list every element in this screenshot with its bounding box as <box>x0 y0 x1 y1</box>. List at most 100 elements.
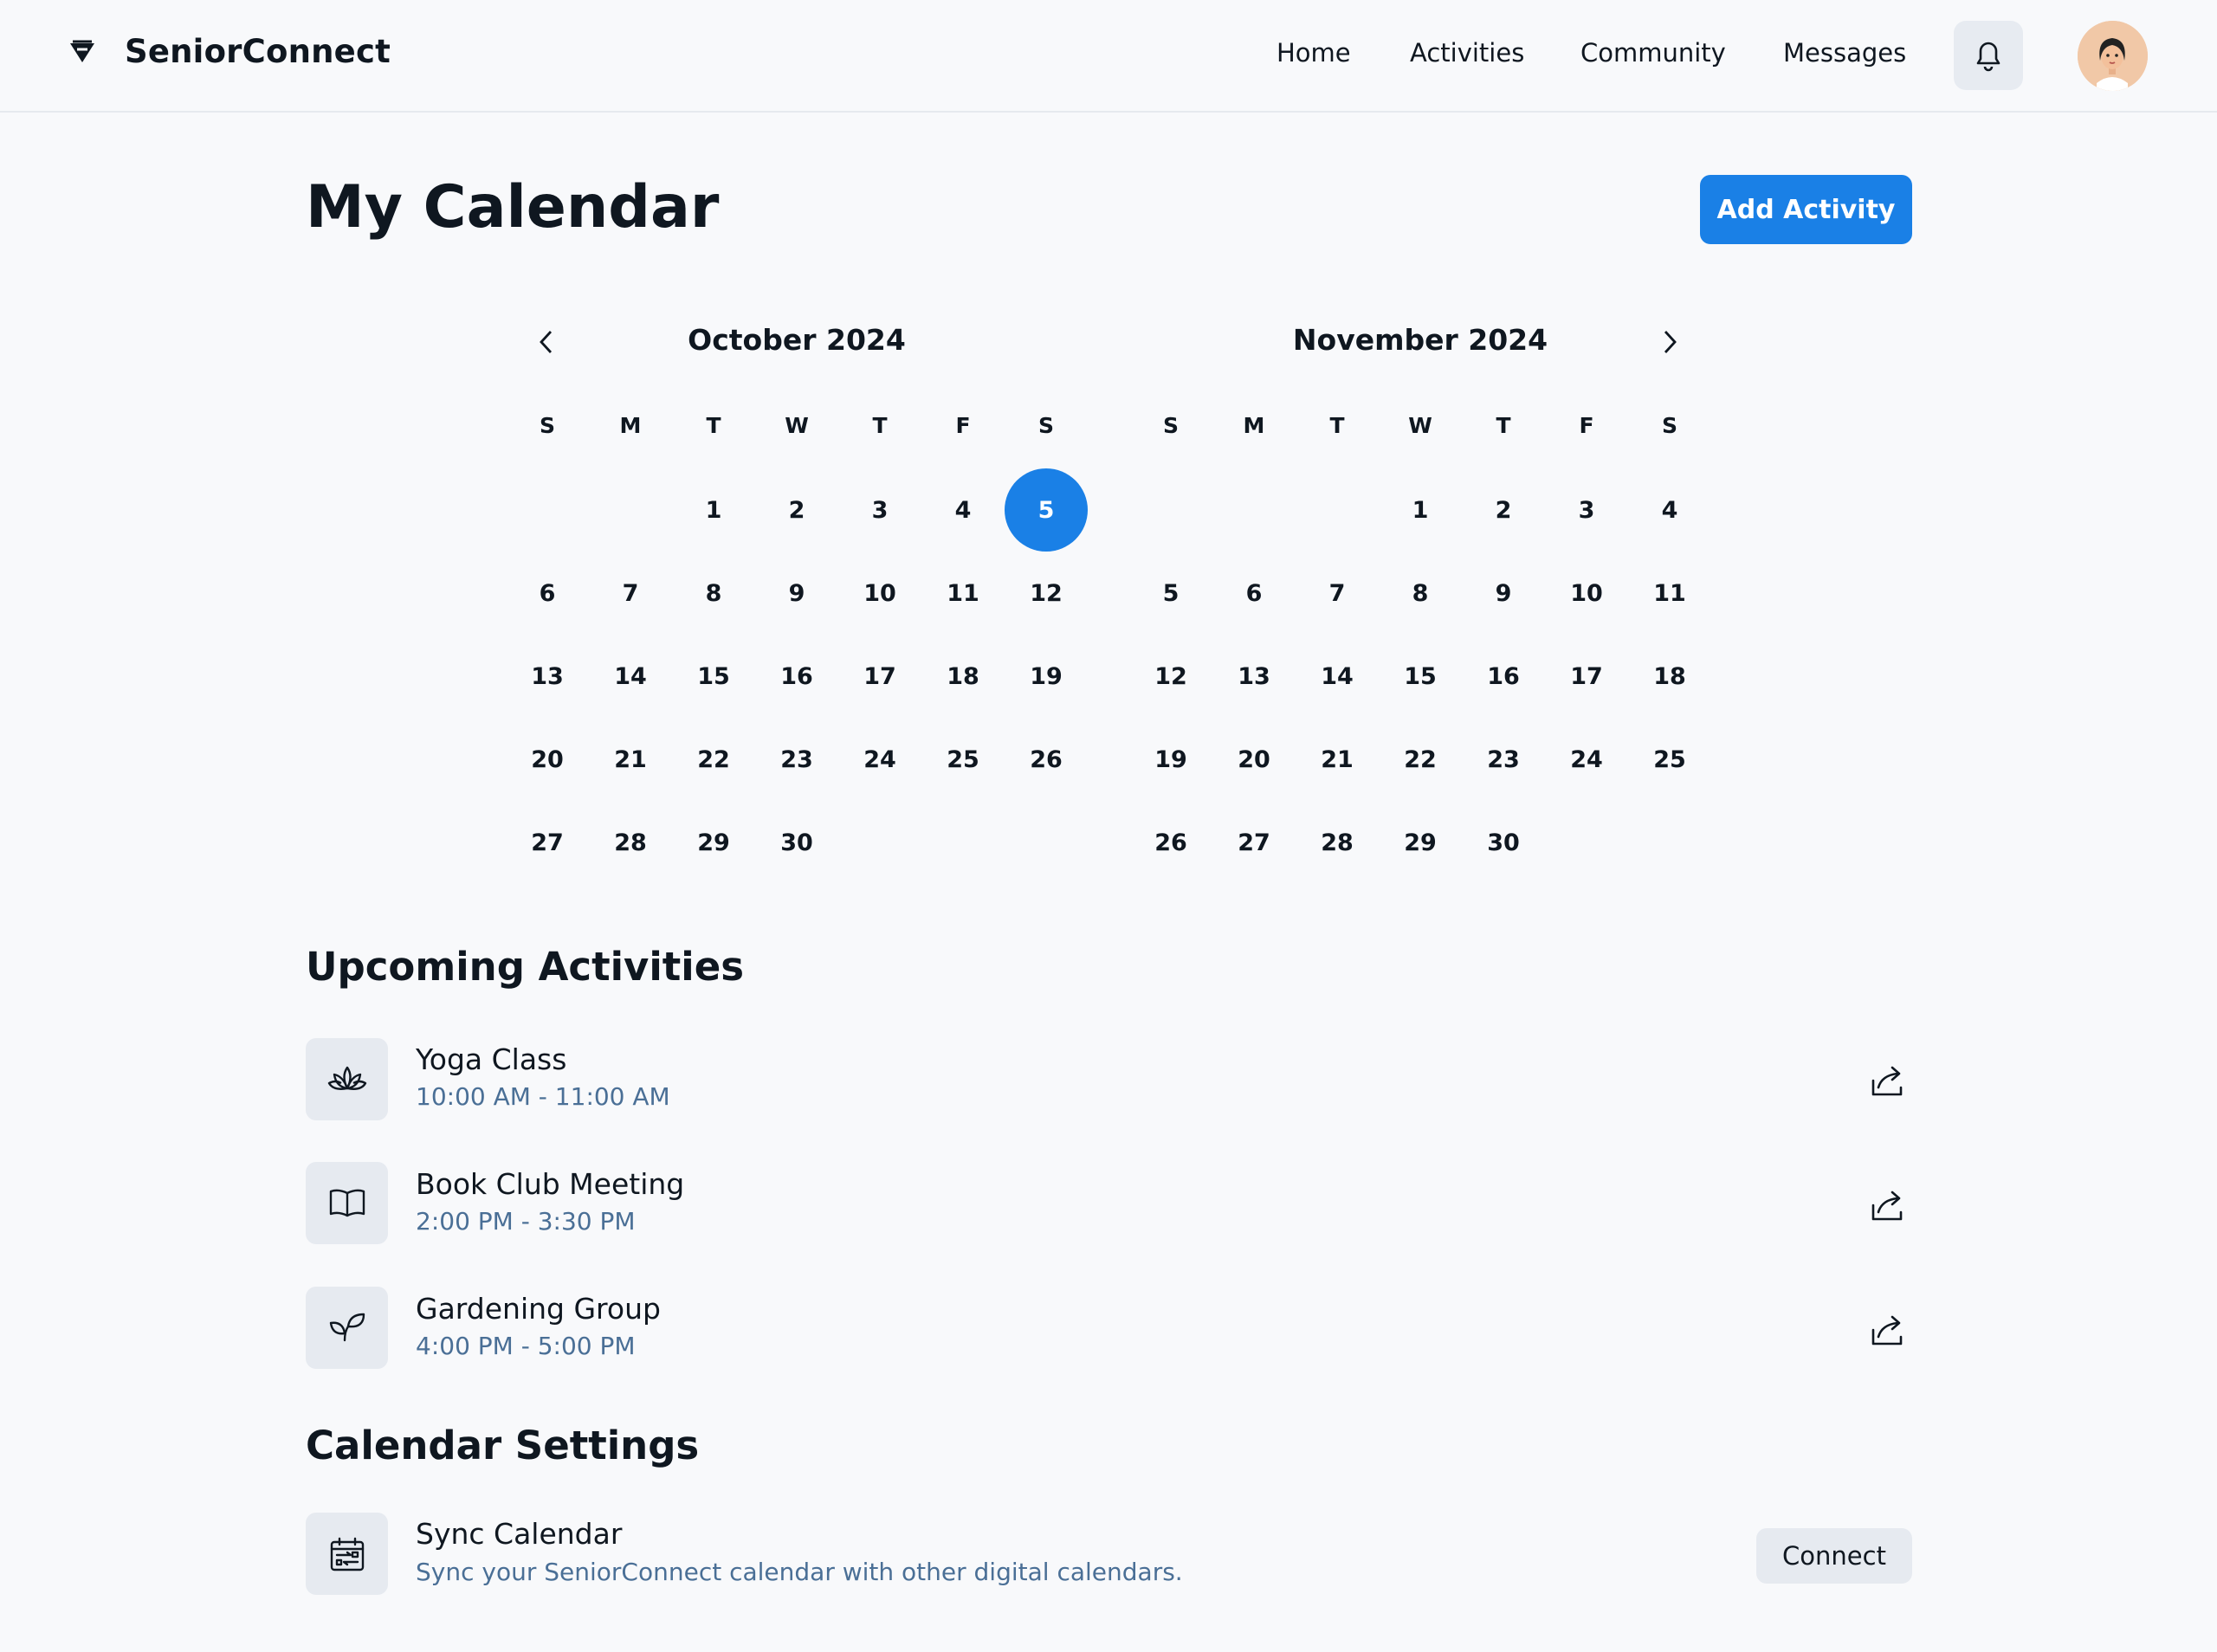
activity-icon-tile <box>306 1038 388 1120</box>
calendar-sync-icon <box>330 1537 364 1571</box>
calendar-day[interactable]: 22 <box>672 718 755 801</box>
activity-time: 10:00 AM - 11:00 AM <box>416 1082 670 1111</box>
calendar-day[interactable]: 16 <box>1462 635 1545 718</box>
nav-activities[interactable]: Activities <box>1410 38 1524 68</box>
weekday-header: S <box>1037 412 1054 438</box>
calendar-day[interactable]: 4 <box>921 468 1005 552</box>
calendar-day[interactable]: 10 <box>1545 552 1628 635</box>
calendar-day[interactable]: 15 <box>1379 635 1462 718</box>
calendar-day[interactable]: 9 <box>1462 552 1545 635</box>
calendar-day[interactable]: 3 <box>838 468 921 552</box>
calendar-day[interactable]: 14 <box>1296 635 1379 718</box>
calendar-day[interactable]: 27 <box>506 801 589 884</box>
calendar-day[interactable]: 18 <box>1628 635 1711 718</box>
activity-icon-tile <box>306 1162 388 1244</box>
calendar-day[interactable]: 22 <box>1379 718 1462 801</box>
calendar-day[interactable]: 12 <box>1129 635 1212 718</box>
calendar-day[interactable]: 1 <box>672 468 755 552</box>
weekday-header: T <box>706 412 721 438</box>
calendar-day[interactable]: 4 <box>1628 468 1711 552</box>
calendar-day[interactable]: 7 <box>1296 552 1379 635</box>
calendar-day[interactable]: 13 <box>506 635 589 718</box>
share-button[interactable] <box>1868 1061 1908 1100</box>
calendar-day[interactable]: 20 <box>506 718 589 801</box>
calendar-day[interactable]: 30 <box>755 801 838 884</box>
weekday-header: T <box>1496 412 1511 438</box>
sprout-icon <box>329 1313 365 1341</box>
calendar-day[interactable]: 16 <box>755 635 838 718</box>
activity-time: 4:00 PM - 5:00 PM <box>416 1332 636 1360</box>
calendar-day[interactable]: 2 <box>1462 468 1545 552</box>
calendar-day[interactable]: 6 <box>506 552 589 635</box>
calendar-day[interactable]: 13 <box>1212 635 1296 718</box>
weekday-header: S <box>539 412 555 438</box>
calendar-day[interactable]: 19 <box>1005 635 1088 718</box>
calendar-day[interactable]: 15 <box>672 635 755 718</box>
share-button[interactable] <box>1868 1310 1908 1350</box>
weekday-header: T <box>1329 412 1345 438</box>
nav-community[interactable]: Community <box>1580 38 1726 68</box>
calendar-day[interactable]: 18 <box>921 635 1005 718</box>
activity-title: Book Club Meeting <box>416 1167 685 1201</box>
calendar-day[interactable]: 11 <box>921 552 1005 635</box>
calendar-day[interactable]: 29 <box>672 801 755 884</box>
share-icon <box>1871 1066 1903 1096</box>
calendar-day[interactable]: 25 <box>921 718 1005 801</box>
nav-messages[interactable]: Messages <box>1783 38 1906 68</box>
sync-calendar-description: Sync your SeniorConnect calendar with ot… <box>416 1558 1183 1586</box>
calendar-day[interactable]: 28 <box>1296 801 1379 884</box>
calendar-day[interactable]: 7 <box>589 552 672 635</box>
calendar-day[interactable]: 28 <box>589 801 672 884</box>
activity-title: Yoga Class <box>416 1042 567 1076</box>
calendar-day[interactable]: 3 <box>1545 468 1628 552</box>
calendar-day[interactable]: 1 <box>1379 468 1462 552</box>
calendar-day[interactable]: 17 <box>838 635 921 718</box>
page-title: My Calendar <box>306 173 720 242</box>
calendar-day[interactable]: 17 <box>1545 635 1628 718</box>
calendar-day[interactable]: 23 <box>755 718 838 801</box>
calendar-day[interactable]: 24 <box>838 718 921 801</box>
add-activity-button[interactable]: Add Activity <box>1700 175 1912 244</box>
calendar-day[interactable]: 29 <box>1379 801 1462 884</box>
share-icon <box>1871 1191 1903 1221</box>
calendar-day[interactable]: 8 <box>672 552 755 635</box>
user-avatar[interactable] <box>2078 21 2148 91</box>
calendar-day[interactable]: 21 <box>1296 718 1379 801</box>
calendar-day[interactable]: 19 <box>1129 718 1212 801</box>
calendar-day[interactable]: 21 <box>589 718 672 801</box>
calendar-day[interactable]: 5 <box>1129 552 1212 635</box>
calendar-day[interactable]: 26 <box>1129 801 1212 884</box>
weekday-header: S <box>1162 412 1179 438</box>
calendar-day[interactable]: 9 <box>755 552 838 635</box>
month-title-october: October 2024 <box>688 323 906 357</box>
nav-home[interactable]: Home <box>1277 38 1351 68</box>
calendar-day[interactable]: 2 <box>755 468 838 552</box>
calendar-day[interactable]: 25 <box>1628 718 1711 801</box>
calendar-day[interactable]: 20 <box>1212 718 1296 801</box>
weekday-header: F <box>1579 412 1594 438</box>
calendar-day-selected[interactable]: 5 <box>1005 468 1088 552</box>
top-navigation-bar: SeniorConnect Home Activities Community … <box>0 0 2217 113</box>
calendar-day[interactable]: 26 <box>1005 718 1088 801</box>
calendar-day[interactable]: 23 <box>1462 718 1545 801</box>
calendar-day[interactable]: 11 <box>1628 552 1711 635</box>
calendar-day[interactable]: 14 <box>589 635 672 718</box>
calendar-day[interactable]: 8 <box>1379 552 1462 635</box>
notifications-button[interactable] <box>1954 21 2023 90</box>
calendar-settings-title: Calendar Settings <box>306 1423 700 1468</box>
brand-name: SeniorConnect <box>125 33 391 70</box>
brand[interactable]: SeniorConnect <box>68 33 391 70</box>
calendar-day[interactable]: 30 <box>1462 801 1545 884</box>
calendar-day[interactable]: 10 <box>838 552 921 635</box>
connect-button[interactable]: Connect <box>1756 1528 1912 1584</box>
sync-calendar-title: Sync Calendar <box>416 1517 623 1551</box>
calendar-day[interactable]: 24 <box>1545 718 1628 801</box>
share-button[interactable] <box>1868 1185 1908 1225</box>
calendar-day[interactable]: 12 <box>1005 552 1088 635</box>
book-icon <box>329 1189 365 1216</box>
weekday-header: M <box>619 412 642 438</box>
weekday-header: T <box>872 412 888 438</box>
calendar-day[interactable]: 6 <box>1212 552 1296 635</box>
lotus-icon <box>327 1066 366 1090</box>
calendar-day[interactable]: 27 <box>1212 801 1296 884</box>
